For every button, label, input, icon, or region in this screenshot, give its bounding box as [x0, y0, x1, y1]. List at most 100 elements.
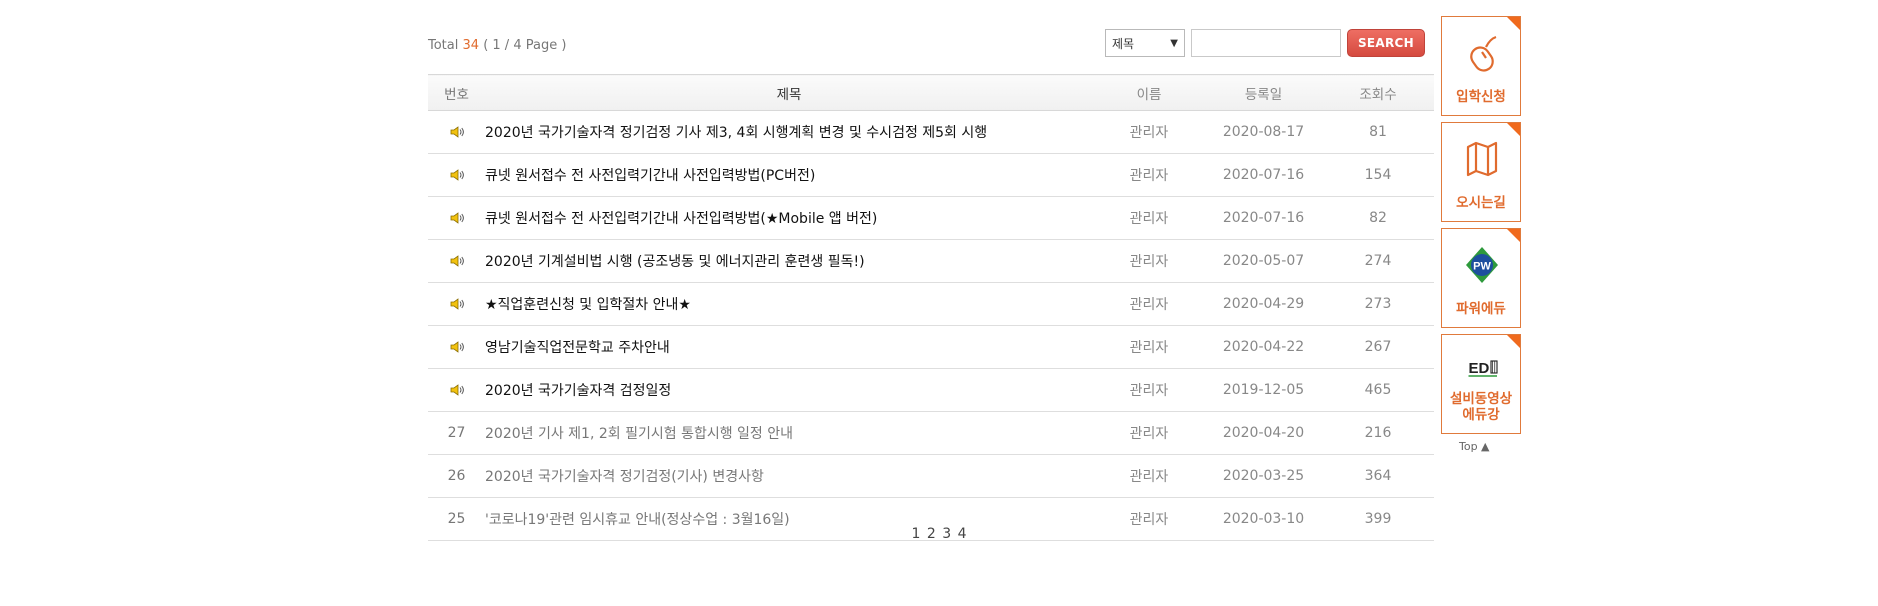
board-topbar: Total 34 ( 1 / 4 Page ) 제목 ▼ SEARCH: [428, 24, 1434, 64]
row-views: 465: [1322, 368, 1434, 412]
search-button[interactable]: SEARCH: [1347, 29, 1425, 57]
map-icon: [1466, 141, 1498, 177]
total-number: 34: [462, 38, 480, 53]
row-number: [428, 325, 485, 369]
row-title-link[interactable]: 2020년 기사 제1, 2회 필기시험 통합시행 일정 안내: [485, 411, 1093, 455]
svg-text:PW: PW: [1473, 261, 1491, 273]
table-row: 26 2020년 국가기술자격 정기검정(기사) 변경사항 관리자 2020-03-2…: [428, 454, 1434, 498]
page-link-4[interactable]: 4: [958, 526, 967, 542]
search-form: 제목 ▼ SEARCH: [1105, 29, 1425, 57]
table-row: 큐넷 원서접수 전 사전입력기간내 사전입력방법(★Mobile 앱 버전) 관리…: [428, 196, 1434, 240]
row-author: 관리자: [1093, 282, 1205, 326]
row-title-link[interactable]: 2020년 국가기술자격 정기검정 기사 제3, 4회 시행계획 변경 및 수시…: [485, 110, 1093, 154]
speaker-icon: [450, 255, 464, 267]
row-number: 27: [428, 411, 485, 455]
page-link-2[interactable]: 2: [927, 526, 936, 542]
row-title-link[interactable]: 영남기술직업전문학교 주차안내: [485, 325, 1093, 369]
row-title-link[interactable]: 2020년 국가기술자격 정기검정(기사) 변경사항: [485, 454, 1093, 498]
row-date: 2019-12-05: [1205, 368, 1322, 412]
speaker-icon: [450, 341, 464, 353]
header-number: 번호: [428, 74, 485, 111]
row-date: 2020-07-16: [1205, 153, 1322, 197]
total-label: Total: [428, 38, 459, 53]
chevron-down-icon: ▼: [1170, 37, 1178, 49]
page-link-3[interactable]: 3: [942, 526, 951, 542]
row-views: 81: [1322, 110, 1434, 154]
row-views: 216: [1322, 411, 1434, 455]
row-date: 2020-07-16: [1205, 196, 1322, 240]
row-title-link[interactable]: 큐넷 원서접수 전 사전입력기간내 사전입력방법(PC버전): [485, 153, 1093, 197]
row-date: 2020-03-25: [1205, 454, 1322, 498]
search-input[interactable]: [1191, 29, 1341, 57]
row-title-link[interactable]: ★직업훈련신청 및 입학절차 안내★: [485, 282, 1093, 326]
header-title: 제목: [485, 74, 1093, 111]
row-views: 267: [1322, 325, 1434, 369]
row-author: 관리자: [1093, 196, 1205, 240]
pagination: 1 2 3 4: [0, 526, 1878, 542]
row-views: 154: [1322, 153, 1434, 197]
search-field-value: 제목: [1112, 36, 1135, 51]
mouse-icon: [1470, 35, 1497, 72]
table-row: ★직업훈련신청 및 입학절차 안내★ 관리자 2020-04-29 273: [428, 282, 1434, 326]
table-row: 2020년 국가기술자격 검정일정 관리자 2019-12-05 465: [428, 368, 1434, 412]
board: Total 34 ( 1 / 4 Page ) 제목 ▼ SEARCH 번호 제…: [428, 24, 1434, 541]
page-link-1[interactable]: 1: [911, 526, 920, 542]
corner-accent: [1507, 17, 1520, 30]
corner-accent: [1507, 335, 1520, 348]
total-count: Total 34 ( 1 / 4 Page ): [428, 38, 566, 53]
svg-text:ED: ED: [1469, 360, 1490, 377]
row-author: 관리자: [1093, 368, 1205, 412]
quick-menu-apply[interactable]: 입학신청: [1441, 16, 1521, 116]
row-number: [428, 153, 485, 197]
header-date: 등록일: [1205, 74, 1322, 111]
quick-menu-label: 오시는길: [1456, 195, 1506, 211]
speaker-icon: [450, 212, 464, 224]
quick-menu-directions[interactable]: 오시는길: [1441, 122, 1521, 222]
row-number: [428, 368, 485, 412]
row-views: 273: [1322, 282, 1434, 326]
search-field-select[interactable]: 제목 ▼: [1105, 29, 1185, 57]
row-author: 관리자: [1093, 239, 1205, 283]
back-to-top-link[interactable]: Top ▲: [1459, 440, 1523, 453]
speaker-icon: [450, 298, 464, 310]
row-date: 2020-08-17: [1205, 110, 1322, 154]
quick-menu-label: 설비동영상 에듀강: [1449, 391, 1513, 423]
table-header-row: 번호 제목 이름 등록일 조회수: [428, 74, 1434, 111]
quick-menu-label: 파워에듀: [1456, 301, 1506, 317]
row-author: 관리자: [1093, 153, 1205, 197]
row-author: 관리자: [1093, 454, 1205, 498]
quick-menu-poweredu[interactable]: PW 파워에듀: [1441, 228, 1521, 328]
table-row: 영남기술직업전문학교 주차안내 관리자 2020-04-22 267: [428, 325, 1434, 369]
corner-accent: [1507, 229, 1520, 242]
row-title-link[interactable]: 큐넷 원서접수 전 사전입력기간내 사전입력방법(★Mobile 앱 버전): [485, 196, 1093, 240]
row-views: 364: [1322, 454, 1434, 498]
row-date: 2020-04-29: [1205, 282, 1322, 326]
table-row: 큐넷 원서접수 전 사전입력기간내 사전입력방법(PC버전) 관리자 2020-07…: [428, 153, 1434, 197]
table-row: 2020년 기계설비법 시행 (공조냉동 및 에너지관리 훈련생 필독!) 관리자…: [428, 239, 1434, 283]
row-views: 82: [1322, 196, 1434, 240]
row-author: 관리자: [1093, 411, 1205, 455]
row-title-link[interactable]: 2020년 국가기술자격 검정일정: [485, 368, 1093, 412]
header-views: 조회수: [1322, 74, 1434, 111]
quick-menu-video[interactable]: ED 설비동영상 에듀강: [1441, 334, 1521, 434]
speaker-icon: [450, 169, 464, 181]
page-info: ( 1 / 4 Page ): [483, 38, 567, 53]
row-number: 26: [428, 454, 485, 498]
row-title-link[interactable]: 2020년 기계설비법 시행 (공조냉동 및 에너지관리 훈련생 필독!): [485, 239, 1093, 283]
row-date: 2020-04-22: [1205, 325, 1322, 369]
ed-logo-icon: ED: [1468, 360, 1498, 377]
row-date: 2020-05-07: [1205, 239, 1322, 283]
table-row: 2020년 국가기술자격 정기검정 기사 제3, 4회 시행계획 변경 및 수시…: [428, 110, 1434, 154]
quick-menu: 입학신청 오시는길 PW 파워에듀 ED 설비동영상 에듀강 Top ▲: [1441, 16, 1523, 453]
board-table: 번호 제목 이름 등록일 조회수 2020년 국가기술자격 정기검정 기사 제3…: [428, 74, 1434, 541]
pw-logo-icon: PW: [1466, 247, 1498, 283]
row-number: [428, 239, 485, 283]
row-author: 관리자: [1093, 110, 1205, 154]
row-date: 2020-04-20: [1205, 411, 1322, 455]
corner-accent: [1507, 123, 1520, 136]
row-number: [428, 282, 485, 326]
speaker-icon: [450, 126, 464, 138]
row-number: [428, 110, 485, 154]
row-author: 관리자: [1093, 325, 1205, 369]
row-number: [428, 196, 485, 240]
